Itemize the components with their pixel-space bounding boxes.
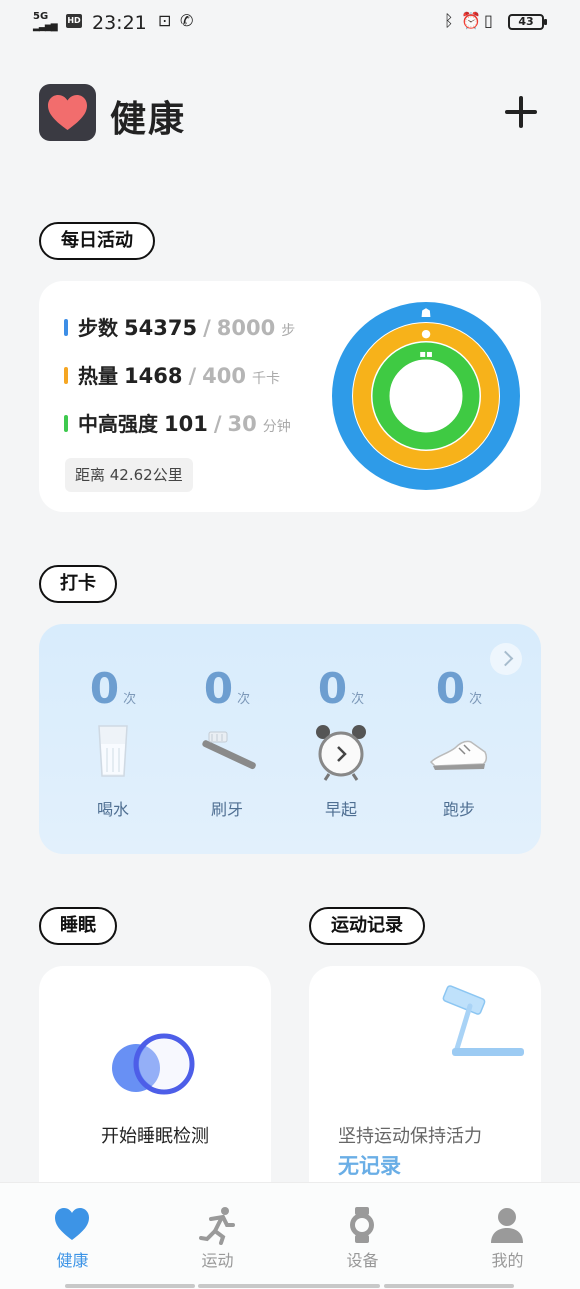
running-shoe-icon bbox=[429, 740, 488, 770]
checkin-name: 早起 bbox=[324, 800, 357, 819]
steps-separator: / bbox=[203, 316, 211, 340]
status-bar: 5G ▂▃▅▆ HD 23:21 ⊡ ✆ ᛒ ⏰ ▯ 43 bbox=[0, 0, 580, 46]
nav-indicator bbox=[198, 1284, 380, 1288]
checkin-count: 0次 bbox=[203, 664, 251, 713]
steps-unit: 步 bbox=[281, 323, 296, 339]
calories-separator: / bbox=[188, 364, 197, 388]
nav-indicator bbox=[384, 1284, 514, 1288]
page-title: 健康 bbox=[110, 99, 187, 140]
calories-row: 热量 1468 / 400 千卡 bbox=[64, 360, 280, 390]
intensity-goal: 30 bbox=[227, 412, 257, 436]
intensity-color-bar bbox=[64, 414, 68, 432]
sport-record-status: 无记录 bbox=[338, 1154, 401, 1178]
heart-icon bbox=[55, 1208, 89, 1240]
steps-color-bar bbox=[64, 318, 68, 336]
nav-health[interactable]: 健康 bbox=[0, 1183, 145, 1283]
calories-value: 1468 bbox=[124, 364, 183, 388]
hd-badge: HD bbox=[66, 14, 82, 28]
intensity-ring bbox=[372, 342, 480, 450]
treadmill-icon bbox=[442, 985, 524, 1056]
checkin-item-water[interactable]: 0次 喝水 bbox=[58, 660, 168, 820]
checkin-name: 喝水 bbox=[96, 800, 129, 819]
checkin-count: 0次 bbox=[317, 664, 365, 713]
status-time: 23:21 bbox=[92, 12, 147, 34]
bottom-nav: 健康 运动 设备 我的 bbox=[0, 1182, 580, 1289]
checkin-item-early-rise[interactable]: 0次 早起 bbox=[286, 660, 396, 820]
calories-unit: 千卡 bbox=[251, 371, 280, 387]
checkin-name: 刷牙 bbox=[210, 800, 243, 819]
sleep-tag[interactable]: 睡眠 bbox=[39, 907, 117, 945]
add-button[interactable] bbox=[503, 94, 539, 130]
sleep-moon-icon bbox=[112, 1033, 195, 1095]
steps-goal: 8000 bbox=[216, 316, 276, 340]
watch-icon bbox=[350, 1207, 374, 1243]
walk-icon: ☗ bbox=[421, 306, 432, 320]
nav-device[interactable]: 设备 bbox=[290, 1183, 435, 1283]
app-logo bbox=[39, 84, 96, 141]
person-icon bbox=[491, 1208, 523, 1243]
nav-indicator bbox=[65, 1284, 195, 1288]
distance-tag: 距离 42.62公里 bbox=[65, 458, 193, 492]
flame-icon: ● bbox=[421, 327, 431, 340]
daily-activity-tag[interactable]: 每日活动 bbox=[39, 222, 155, 260]
vibrate-icon: ▯ bbox=[484, 11, 493, 30]
sport-hint: 坚持运动保持活力 bbox=[338, 1126, 482, 1147]
steps-value: 54375 bbox=[124, 316, 198, 340]
checkin-item-toothbrush[interactable]: 0次 刷牙 bbox=[172, 660, 282, 820]
intensity-row: 中高强度 101 / 30 分钟 bbox=[64, 408, 291, 438]
steps-row: 步数 54375 / 8000 步 bbox=[64, 312, 295, 342]
nav-label: 设备 bbox=[346, 1251, 379, 1270]
dumbbell-icon: ▪▪ bbox=[419, 349, 433, 360]
nav-mine[interactable]: 我的 bbox=[435, 1183, 580, 1283]
water-glass-icon bbox=[98, 725, 128, 777]
notification-icon: ⊡ bbox=[158, 11, 172, 30]
alarm-icon: ⏰ bbox=[461, 11, 481, 30]
toothbrush-icon bbox=[202, 731, 256, 770]
battery-icon: 43 bbox=[508, 14, 547, 30]
calories-label: 热量 bbox=[78, 364, 118, 388]
activity-rings[interactable]: ☗ ● ▪▪ bbox=[330, 300, 522, 492]
intensity-separator: / bbox=[213, 412, 222, 436]
calories-goal: 400 bbox=[202, 364, 246, 388]
sport-record-tag[interactable]: 运动记录 bbox=[309, 907, 425, 945]
runner-icon bbox=[199, 1207, 235, 1245]
bluetooth-icon: ᛒ bbox=[444, 11, 454, 30]
start-sleep-detection[interactable]: 开始睡眠检测 bbox=[39, 1122, 271, 1148]
alarm-clock-icon bbox=[316, 725, 366, 781]
intensity-value: 101 bbox=[164, 412, 208, 436]
nav-label: 运动 bbox=[201, 1251, 234, 1270]
nav-label: 我的 bbox=[491, 1251, 524, 1270]
calories-color-bar bbox=[64, 366, 68, 384]
nav-label: 健康 bbox=[56, 1251, 89, 1270]
network-label: 5G bbox=[33, 11, 49, 22]
intensity-unit: 分钟 bbox=[262, 419, 291, 435]
checkin-count: 0次 bbox=[435, 664, 483, 713]
nav-sport[interactable]: 运动 bbox=[145, 1183, 290, 1283]
checkin-count: 0次 bbox=[89, 664, 137, 713]
checkin-tag[interactable]: 打卡 bbox=[39, 565, 117, 603]
intensity-label: 中高强度 bbox=[78, 412, 158, 436]
signal-icon: 5G ▂▃▅▆ bbox=[33, 11, 58, 33]
heart-logo-icon bbox=[48, 95, 87, 130]
checkin-item-running[interactable]: 0次 跑步 bbox=[404, 660, 514, 820]
checkin-name: 跑步 bbox=[442, 800, 475, 819]
steps-label: 步数 bbox=[78, 316, 118, 340]
phone-call-icon: ✆ bbox=[180, 11, 194, 30]
